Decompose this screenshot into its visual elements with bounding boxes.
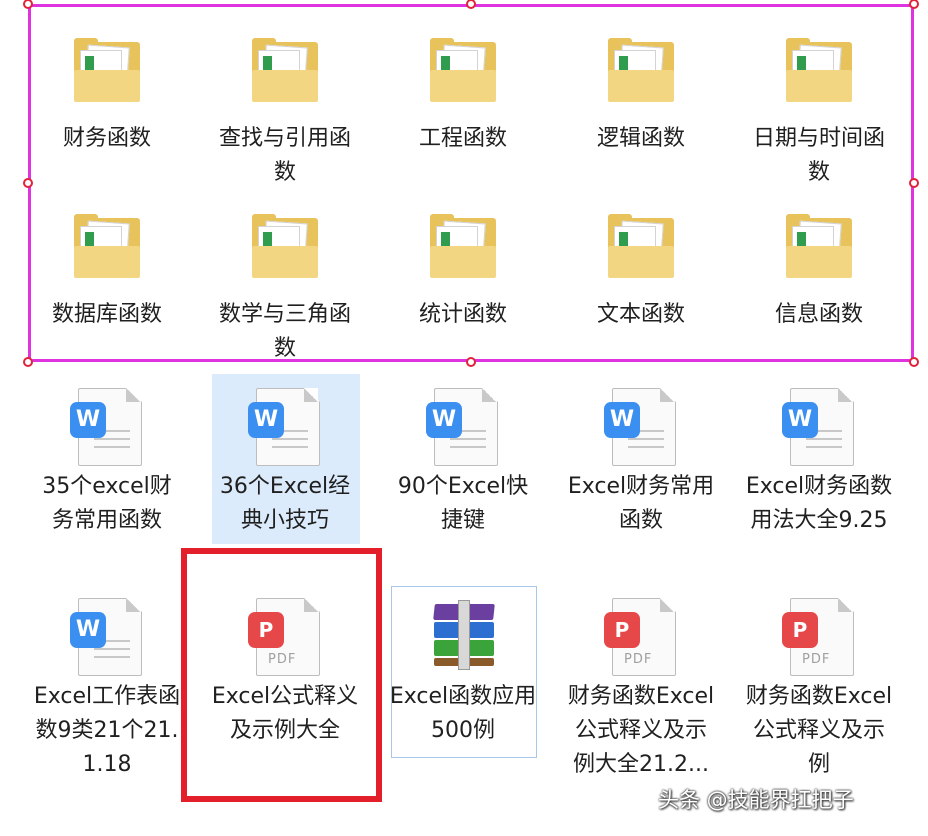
file-label: 36个Excel经典小技巧 bbox=[219, 474, 351, 533]
file-item[interactable]: W 36个Excel经典小技巧 bbox=[200, 384, 370, 538]
file-label: Excel函数应用500例 bbox=[389, 684, 537, 743]
word-file-icon: W bbox=[246, 384, 324, 466]
word-file-icon: W bbox=[68, 594, 146, 676]
file-item[interactable]: W 35个excel财务常用函数 bbox=[22, 384, 192, 538]
selection-box-folders bbox=[28, 4, 914, 362]
file-label: Excel财务常用函数 bbox=[567, 474, 715, 533]
selection-box-highlight bbox=[181, 548, 382, 802]
file-item[interactable]: PDF P 财务函数Excel公式释义及示例大全21.2... bbox=[556, 594, 726, 782]
resize-handle[interactable] bbox=[909, 0, 919, 9]
file-label: 财务函数Excel公式释义及示例 bbox=[745, 684, 893, 777]
file-label: Excel财务函数用法大全9.25 bbox=[745, 474, 893, 533]
word-file-icon: W bbox=[602, 384, 680, 466]
word-file-icon: W bbox=[68, 384, 146, 466]
archive-file-icon bbox=[424, 594, 502, 674]
resize-handle[interactable] bbox=[909, 357, 919, 367]
file-label: 35个excel财务常用函数 bbox=[42, 474, 172, 533]
file-item[interactable]: W Excel工作表函数9类21个21.1.18 bbox=[22, 594, 192, 782]
word-file-icon: W bbox=[780, 384, 858, 466]
file-item[interactable]: W 90个Excel快捷键 bbox=[378, 384, 548, 538]
file-label: 90个Excel快捷键 bbox=[397, 474, 529, 533]
file-label: 财务函数Excel公式释义及示例大全21.2... bbox=[567, 684, 715, 777]
word-file-icon: W bbox=[424, 384, 502, 466]
watermark: 头条 @技能界扛把子 bbox=[658, 788, 854, 812]
pdf-file-icon: PDF P bbox=[602, 594, 680, 676]
file-item[interactable]: Excel函数应用500例 bbox=[378, 594, 548, 748]
pdf-file-icon: PDF P bbox=[780, 594, 858, 676]
resize-handle[interactable] bbox=[909, 178, 919, 188]
file-item[interactable]: PDF P 财务函数Excel公式释义及示例 bbox=[734, 594, 904, 782]
file-item[interactable]: W Excel财务函数用法大全9.25 bbox=[734, 384, 904, 538]
file-item[interactable]: W Excel财务常用函数 bbox=[556, 384, 726, 538]
resize-handle[interactable] bbox=[23, 357, 33, 367]
resize-handle[interactable] bbox=[23, 178, 33, 188]
file-label: Excel工作表函数9类21个21.1.18 bbox=[33, 684, 181, 777]
resize-handle[interactable] bbox=[466, 357, 476, 367]
